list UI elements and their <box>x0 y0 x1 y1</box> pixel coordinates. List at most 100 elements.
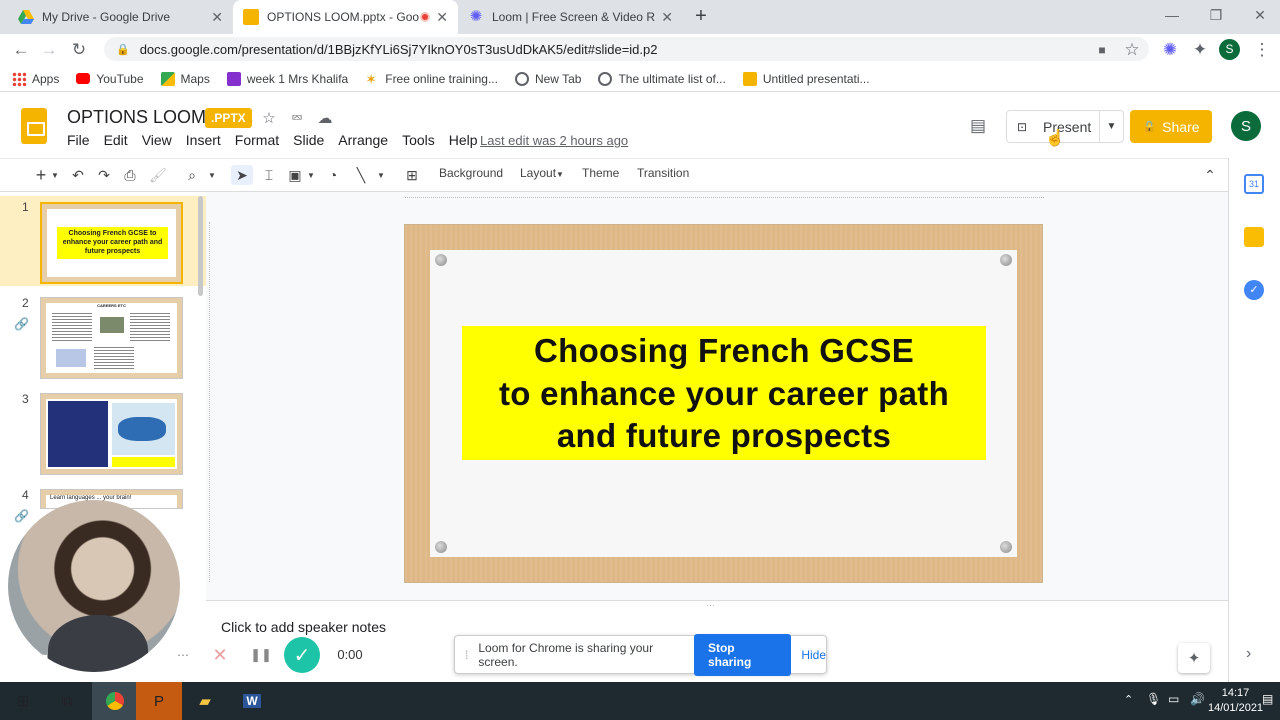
drag-handle-icon[interactable]: ⁞ <box>465 648 468 662</box>
image-dropdown-icon[interactable]: ▼ <box>306 165 316 185</box>
tasks-icon[interactable]: ✓ <box>1244 280 1264 300</box>
calendar-icon[interactable]: 31 <box>1244 174 1264 194</box>
last-edit-link[interactable]: Last edit was 2 hours ago <box>480 133 628 148</box>
document-title[interactable]: OPTIONS LOOM <box>67 107 206 128</box>
account-avatar[interactable]: S <box>1231 111 1261 141</box>
more-options-icon[interactable]: ⋯ <box>168 640 198 670</box>
present-dropdown-icon[interactable]: ▼ <box>1099 111 1123 142</box>
powerpoint-taskbar-icon[interactable]: P <box>136 682 182 720</box>
tray-chevron-icon[interactable]: ⌃ <box>1124 693 1133 706</box>
print-icon[interactable]: ⎙ <box>120 165 140 185</box>
back-icon[interactable]: ← <box>9 38 33 62</box>
word-taskbar-icon[interactable]: W <box>229 682 275 720</box>
undo-icon[interactable]: ↶ <box>68 165 88 185</box>
expand-panel-icon[interactable]: › <box>1246 645 1251 663</box>
tab-loom[interactable]: ✺ Loom | Free Screen & Video Rec ✕ <box>458 0 683 34</box>
keep-icon[interactable] <box>1244 227 1264 247</box>
collapse-toolbar-icon[interactable]: ⌃ <box>1200 165 1220 185</box>
menu-file[interactable]: File <box>67 132 90 152</box>
transition-button[interactable]: Transition <box>637 166 689 180</box>
chrome-taskbar-icon[interactable] <box>92 682 138 720</box>
slide-thumbnail-3[interactable] <box>40 393 183 475</box>
bookmark-maps[interactable]: Maps <box>160 71 210 86</box>
menu-edit[interactable]: Edit <box>104 132 128 152</box>
redo-icon[interactable]: ↷ <box>94 165 114 185</box>
text-box-icon[interactable]: ⌶ <box>259 165 279 185</box>
network-icon[interactable]: ▭ <box>1168 692 1179 706</box>
move-folder-icon[interactable]: ⮹ <box>287 108 307 128</box>
bookmark-free-training[interactable]: ✶ Free online training... <box>365 72 498 86</box>
extensions-icon[interactable]: ✦ <box>1188 38 1212 62</box>
explore-icon[interactable]: ✦ <box>1178 643 1210 673</box>
menu-slide[interactable]: Slide <box>293 132 324 152</box>
slide-title-box[interactable]: Choosing French GCSE to enhance your car… <box>462 326 986 460</box>
finish-recording-icon[interactable]: ✓ <box>284 637 320 673</box>
theme-button[interactable]: Theme <box>582 166 619 180</box>
forward-icon[interactable]: → <box>37 38 61 62</box>
layout-button[interactable]: Layout▼ <box>520 166 564 180</box>
file-explorer-icon[interactable]: ▰ <box>182 682 228 720</box>
speaker-notes-placeholder[interactable]: Click to add speaker notes <box>221 619 386 635</box>
address-bar[interactable]: 🔒 docs.google.com/presentation/d/1BBjzKf… <box>104 37 1149 61</box>
slide-thumbnail-1[interactable]: Choosing French GCSE to enhance your car… <box>40 202 183 284</box>
bookmark-ultimate-list[interactable]: The ultimate list of... <box>598 71 726 86</box>
notifications-icon[interactable]: ▤ <box>1262 692 1273 706</box>
share-button[interactable]: 🔒 Share <box>1130 110 1212 143</box>
paint-format-icon[interactable]: 🖌 <box>148 165 168 185</box>
minimize-button[interactable]: — <box>1150 0 1194 30</box>
menu-arrange[interactable]: Arrange <box>338 132 388 152</box>
menu-insert[interactable]: Insert <box>186 132 221 152</box>
browser-profile-avatar[interactable]: S <box>1219 39 1240 60</box>
restore-button[interactable]: ❐ <box>1194 0 1238 30</box>
browser-menu-icon[interactable]: ⋮ <box>1250 38 1274 62</box>
system-clock[interactable]: 14:17 14/01/2021 <box>1208 686 1263 716</box>
microphone-icon[interactable]: 🎙 <box>1146 692 1161 706</box>
comments-icon[interactable]: ▤ <box>966 115 990 137</box>
slides-logo[interactable] <box>21 108 47 144</box>
star-icon[interactable]: ☆ <box>259 108 279 128</box>
menu-help[interactable]: Help <box>449 132 478 152</box>
cancel-recording-icon[interactable]: ✕ <box>205 640 235 670</box>
camera-icon[interactable]: ■ <box>1090 38 1114 62</box>
menu-format[interactable]: Format <box>235 132 279 152</box>
slide-thumbnail-2[interactable]: CAREERS ETC <box>40 297 183 379</box>
close-tab-icon[interactable]: ✕ <box>661 9 673 26</box>
loom-extension-icon[interactable]: ✺ <box>1158 38 1182 62</box>
line-dropdown-icon[interactable]: ▼ <box>376 165 386 185</box>
zoom-icon[interactable]: ⌕ <box>182 165 202 185</box>
new-slide-dropdown-icon[interactable]: ▼ <box>50 165 60 185</box>
windows-start-icon[interactable]: ⊞ <box>0 682 46 720</box>
menu-view[interactable]: View <box>142 132 172 152</box>
background-button[interactable]: Background <box>439 166 503 180</box>
notes-resize-handle[interactable]: ⋯ <box>706 600 715 611</box>
select-cursor-icon[interactable]: ➤ <box>231 165 253 185</box>
line-icon[interactable]: ╲ <box>351 165 371 185</box>
hide-button[interactable]: Hide <box>801 648 826 662</box>
task-view-icon[interactable]: ⧉ <box>44 682 90 720</box>
new-tab-button[interactable]: + <box>690 5 712 27</box>
shape-icon[interactable]: ◔ <box>323 165 343 185</box>
menu-tools[interactable]: Tools <box>402 132 435 152</box>
bookmark-untitled-presentation[interactable]: Untitled presentati... <box>742 71 870 86</box>
tab-google-drive[interactable]: My Drive - Google Drive ✕ <box>8 0 233 34</box>
add-comment-icon[interactable]: ⊞ <box>402 165 422 185</box>
close-window-button[interactable]: ✕ <box>1238 0 1280 30</box>
close-tab-icon[interactable]: ✕ <box>436 9 448 26</box>
present-button[interactable]: ⊡ Present ▼ <box>1006 110 1124 143</box>
tab-options-loom[interactable]: OPTIONS LOOM.pptx - Goo ✕ <box>233 0 458 34</box>
insert-image-icon[interactable]: ▣ <box>285 165 305 185</box>
bookmark-star-icon[interactable]: ☆ <box>1120 38 1144 62</box>
filmstrip-scrollbar[interactable] <box>198 196 203 296</box>
bookmark-apps[interactable]: Apps <box>12 71 59 86</box>
reload-icon[interactable]: ↻ <box>67 38 91 62</box>
webcam-size-icon[interactable]: ▦ <box>144 655 156 671</box>
webcam-bubble[interactable] <box>8 500 180 672</box>
pause-icon[interactable]: ❚❚ <box>246 640 276 670</box>
bookmark-week1[interactable]: week 1 Mrs Khalifa <box>226 71 348 86</box>
close-tab-icon[interactable]: ✕ <box>211 9 223 26</box>
volume-icon[interactable]: 🔊 <box>1190 692 1205 706</box>
stop-sharing-button[interactable]: Stop sharing <box>693 633 792 676</box>
webcam-toggle-icon[interactable]: ▙ <box>42 655 52 671</box>
zoom-dropdown-icon[interactable]: ▼ <box>207 165 217 185</box>
bookmark-new-tab[interactable]: New Tab <box>514 71 581 86</box>
